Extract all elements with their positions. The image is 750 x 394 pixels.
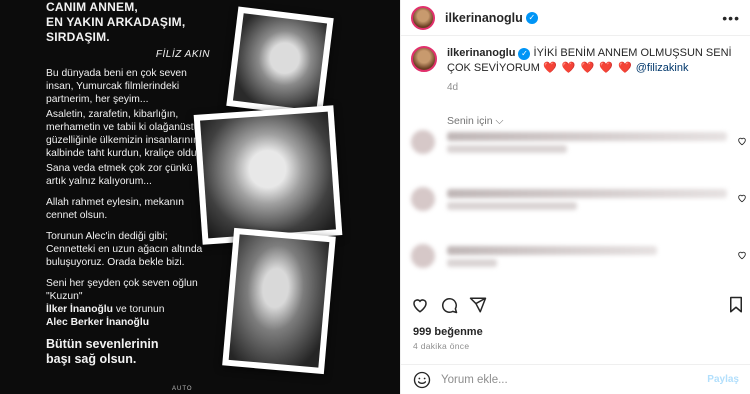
blurred-comment-text <box>447 246 657 255</box>
for-you-filter[interactable]: Senin için ⌵ <box>447 115 750 128</box>
caption: ilkerinanoglu ✓ İYİKİ BENİM ANNEM OLMUŞSU… <box>401 36 750 76</box>
portrait-image <box>228 234 330 368</box>
like-icon[interactable] <box>411 296 429 314</box>
paragraph: Asaletin, zarafetin, kibarlığın, merhame… <box>46 109 206 159</box>
post-sidebar: ilkerinanoglu ✓ ••• ilkerinanoglu ✓ İYİKİ… <box>400 0 750 394</box>
blurred-comment-text <box>447 145 567 153</box>
paragraph: Torunun Alec'in dediği gibi; Cennetteki … <box>46 231 203 268</box>
portrait-photo <box>193 105 343 245</box>
portrait-photo <box>222 227 336 375</box>
action-bar <box>411 296 742 316</box>
list-item <box>411 130 747 164</box>
paragraph: Bu dünyada beni en çok seven insan, Yumu… <box>46 68 187 105</box>
avatar[interactable] <box>411 244 435 268</box>
instagram-post-view: CANIM ANNEM, EN YAKIN ARKADAŞIM, SIRDAŞI… <box>0 0 750 394</box>
blurred-comment-text <box>447 202 577 210</box>
post-comment-button[interactable]: Paylaş <box>707 374 739 385</box>
portrait-image <box>200 111 336 239</box>
closing-mid: ve torunun <box>112 304 165 315</box>
like-icon[interactable] <box>737 193 747 203</box>
emoji-icon[interactable] <box>413 371 431 389</box>
bookmark-icon[interactable] <box>727 296 745 314</box>
avatar[interactable] <box>411 187 435 211</box>
paragraph: Allah rahmet eylesin, mekanın cennet ols… <box>46 197 184 221</box>
tail-line: Bütün sevenlerinin <box>46 337 159 351</box>
heading-line: CANIM ANNEM, <box>46 0 138 14</box>
tribute-text: CANIM ANNEM, EN YAKIN ARKADAŞIM, SIRDAŞI… <box>46 0 210 367</box>
avatar[interactable] <box>411 46 437 72</box>
comment-input[interactable] <box>441 373 701 386</box>
mention-link[interactable]: @filizakink <box>636 62 689 74</box>
heart-emojis: ❤️ ❤️ ❤️ ❤️ ❤️ <box>542 62 633 74</box>
post-header: ilkerinanoglu ✓ ••• <box>401 0 750 36</box>
like-count[interactable]: 999 beğenme <box>413 326 483 338</box>
avatar[interactable] <box>411 130 435 154</box>
comment-bar: Paylaş <box>401 364 750 394</box>
watermark: AUTO <box>172 386 193 392</box>
post-image[interactable]: CANIM ANNEM, EN YAKIN ARKADAŞIM, SIRDAŞI… <box>0 0 400 394</box>
blurred-comment-text <box>447 259 497 267</box>
list-item <box>411 187 747 221</box>
heading-line: SIRDAŞIM. <box>46 30 110 44</box>
heading-line: EN YAKIN ARKADAŞIM, <box>46 15 186 29</box>
closing: Seni her şeyden çok seven oğlun "Kuzun" … <box>46 277 210 329</box>
portrait-image <box>232 13 328 111</box>
caption-username[interactable]: ilkerinanoglu <box>447 47 515 59</box>
paragraph: Sana veda etmek çok zor çünkü artık yaln… <box>46 163 193 187</box>
like-icon[interactable] <box>737 136 747 146</box>
signature: FİLİZ AKIN <box>155 49 210 60</box>
closing-line: Seni her şeyden çok seven oğlun "Kuzun" <box>46 278 198 302</box>
verified-badge-icon: ✓ <box>518 48 531 60</box>
verified-badge-icon: ✓ <box>525 11 538 24</box>
blurred-comment-text <box>447 132 727 141</box>
more-options-icon[interactable]: ••• <box>722 10 740 26</box>
like-icon[interactable] <box>737 250 747 260</box>
list-item <box>411 244 747 278</box>
portrait-photo <box>226 6 334 118</box>
caption-body: ilkerinanoglu ✓ İYİKİ BENİM ANNEM OLMUŞSU… <box>447 46 740 76</box>
avatar[interactable] <box>411 5 435 30</box>
blurred-comment-text <box>447 189 727 198</box>
tail-line: başı sağ olsun. <box>46 352 137 366</box>
closing-name: Alec Berker İnanoğlu <box>46 317 149 328</box>
share-icon[interactable] <box>469 296 487 314</box>
caption-age: 4d <box>447 82 459 93</box>
post-timestamp: 4 dakika önce <box>413 341 470 351</box>
comment-icon[interactable] <box>440 296 458 314</box>
closing-name: İlker İnanoğlu <box>46 304 113 315</box>
username-link[interactable]: ilkerinanoglu <box>445 11 523 25</box>
